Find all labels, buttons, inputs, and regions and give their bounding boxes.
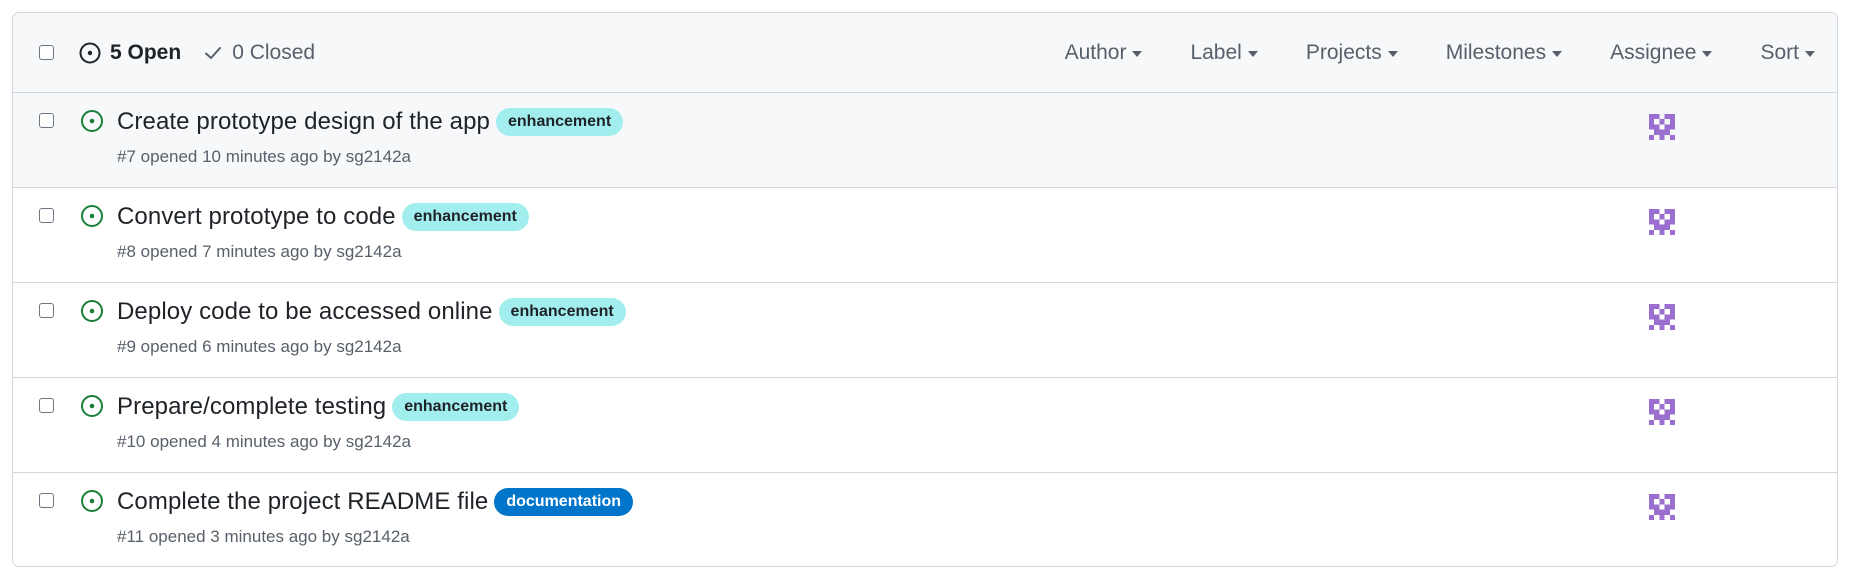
issue-main: Complete the project README file documen… xyxy=(117,488,634,547)
issue-opened-text: opened 3 minutes ago by xyxy=(148,527,340,546)
author-filter[interactable]: Author xyxy=(1065,41,1143,65)
projects-filter-label: Projects xyxy=(1305,40,1382,64)
assignee-avatar[interactable] xyxy=(1649,304,1675,335)
issue-main: Deploy code to be accessed online enhanc… xyxy=(117,298,626,357)
issue-number: #7 xyxy=(117,147,136,166)
issue-opened-icon xyxy=(80,489,104,518)
issue-opened-icon xyxy=(80,204,104,233)
issue-opened-text: opened 7 minutes ago by xyxy=(140,242,332,261)
issues-list: 5 Open 0 Closed Author Label Projects Mi… xyxy=(12,12,1838,567)
issue-checkbox[interactable] xyxy=(39,113,54,128)
issue-author-link[interactable]: sg2142a xyxy=(336,337,401,356)
issue-title-link[interactable]: Prepare/complete testing xyxy=(117,393,386,421)
issue-main: Convert prototype to code enhancement #8… xyxy=(117,203,529,262)
issue-opened-icon xyxy=(80,299,104,328)
projects-filter[interactable]: Projects xyxy=(1306,41,1398,65)
issue-opened-text: opened 6 minutes ago by xyxy=(140,337,332,356)
sort-filter-label: Sort xyxy=(1760,40,1799,64)
issue-title-link[interactable]: Deploy code to be accessed online xyxy=(117,298,493,326)
label-filter-label: Label xyxy=(1190,40,1242,64)
closed-issues-label: 0 Closed xyxy=(232,40,316,64)
issue-title-link[interactable]: Convert prototype to code xyxy=(117,203,396,231)
issue-title-link[interactable]: Complete the project README file xyxy=(117,488,488,516)
issues-list-header: 5 Open 0 Closed Author Label Projects Mi… xyxy=(13,13,1837,93)
issue-title-line: Complete the project README file documen… xyxy=(117,488,634,516)
issue-meta: #8 opened 7 minutes ago by sg2142a xyxy=(117,242,529,262)
issue-opened-text: opened 10 minutes ago by xyxy=(140,147,342,166)
sort-filter[interactable]: Sort xyxy=(1760,41,1815,65)
assignee-avatar[interactable] xyxy=(1649,209,1675,240)
issue-checkbox[interactable] xyxy=(39,303,54,318)
issue-opened-icon xyxy=(80,109,104,138)
assignee-avatar[interactable] xyxy=(1649,114,1675,145)
assignee-avatar[interactable] xyxy=(1649,399,1675,430)
issue-label-enhancement[interactable]: enhancement xyxy=(401,203,529,231)
issue-meta: #7 opened 10 minutes ago by sg2142a xyxy=(117,147,623,167)
filter-bar: Author Label Projects Milestones Assigne… xyxy=(1017,41,1815,65)
issue-number: #11 xyxy=(117,527,145,546)
caret-down-icon xyxy=(1132,51,1143,57)
issue-checkbox[interactable] xyxy=(39,493,54,508)
issue-checkbox[interactable] xyxy=(39,398,54,413)
issue-label-enhancement[interactable]: enhancement xyxy=(392,393,520,421)
open-issues-button[interactable]: 5 Open xyxy=(79,41,181,65)
issue-title-line: Prepare/complete testing enhancement xyxy=(117,393,520,421)
issue-row[interactable]: Complete the project README file documen… xyxy=(13,473,1837,566)
label-filter[interactable]: Label xyxy=(1190,40,1258,65)
author-filter-label: Author xyxy=(1064,40,1127,64)
assignee-avatar[interactable] xyxy=(1649,494,1675,525)
issue-opened-icon xyxy=(79,42,101,64)
issue-title-line: Deploy code to be accessed online enhanc… xyxy=(117,298,626,326)
caret-down-icon xyxy=(1552,51,1563,57)
issue-meta: #9 opened 6 minutes ago by sg2142a xyxy=(117,337,626,357)
caret-down-icon xyxy=(1702,51,1713,57)
milestones-filter-label: Milestones xyxy=(1445,40,1547,64)
assignee-filter-label: Assignee xyxy=(1610,40,1697,64)
select-all-checkbox[interactable] xyxy=(39,45,54,60)
issue-opened-text: opened 4 minutes ago by xyxy=(150,432,342,451)
issue-label-enhancement[interactable]: enhancement xyxy=(496,108,624,136)
issue-author-link[interactable]: sg2142a xyxy=(345,527,410,546)
milestones-filter[interactable]: Milestones xyxy=(1445,40,1563,65)
caret-down-icon xyxy=(1805,51,1815,57)
issue-author-link[interactable]: sg2142a xyxy=(336,242,401,261)
issue-row[interactable]: Deploy code to be accessed online enhanc… xyxy=(13,283,1837,378)
assignee-filter[interactable]: Assignee xyxy=(1610,40,1713,65)
issue-checkbox[interactable] xyxy=(39,208,54,223)
issue-author-link[interactable]: sg2142a xyxy=(346,147,411,166)
issue-author-link[interactable]: sg2142a xyxy=(346,432,411,451)
issue-number: #9 xyxy=(117,337,136,356)
issue-number: #10 xyxy=(117,432,146,451)
issue-state-toggle: 5 Open 0 Closed xyxy=(79,41,315,65)
issue-title-link[interactable]: Create prototype design of the app xyxy=(117,108,490,136)
issue-rows: Create prototype design of the app enhan… xyxy=(13,93,1837,566)
issue-number: #8 xyxy=(117,242,136,261)
issue-label-enhancement[interactable]: enhancement xyxy=(498,298,626,326)
caret-down-icon xyxy=(1387,51,1398,57)
issue-title-line: Convert prototype to code enhancement xyxy=(117,203,529,231)
open-issues-label: 5 Open xyxy=(110,40,182,64)
issue-meta: #11 opened 3 minutes ago by sg2142a xyxy=(117,527,633,547)
issue-row[interactable]: Convert prototype to code enhancement #8… xyxy=(13,188,1837,283)
issue-opened-icon xyxy=(80,394,104,423)
issue-row[interactable]: Create prototype design of the app enhan… xyxy=(13,93,1837,188)
issue-meta: #10 opened 4 minutes ago by sg2142a xyxy=(117,432,519,452)
check-icon xyxy=(203,43,223,63)
caret-down-icon xyxy=(1247,51,1258,57)
issue-main: Create prototype design of the app enhan… xyxy=(117,108,624,167)
issue-label-documentation[interactable]: documentation xyxy=(494,488,634,516)
issue-title-line: Create prototype design of the app enhan… xyxy=(117,108,624,136)
closed-issues-button[interactable]: 0 Closed xyxy=(203,41,315,65)
issue-row[interactable]: Prepare/complete testing enhancement #10… xyxy=(13,378,1837,473)
issue-main: Prepare/complete testing enhancement #10… xyxy=(117,393,520,452)
